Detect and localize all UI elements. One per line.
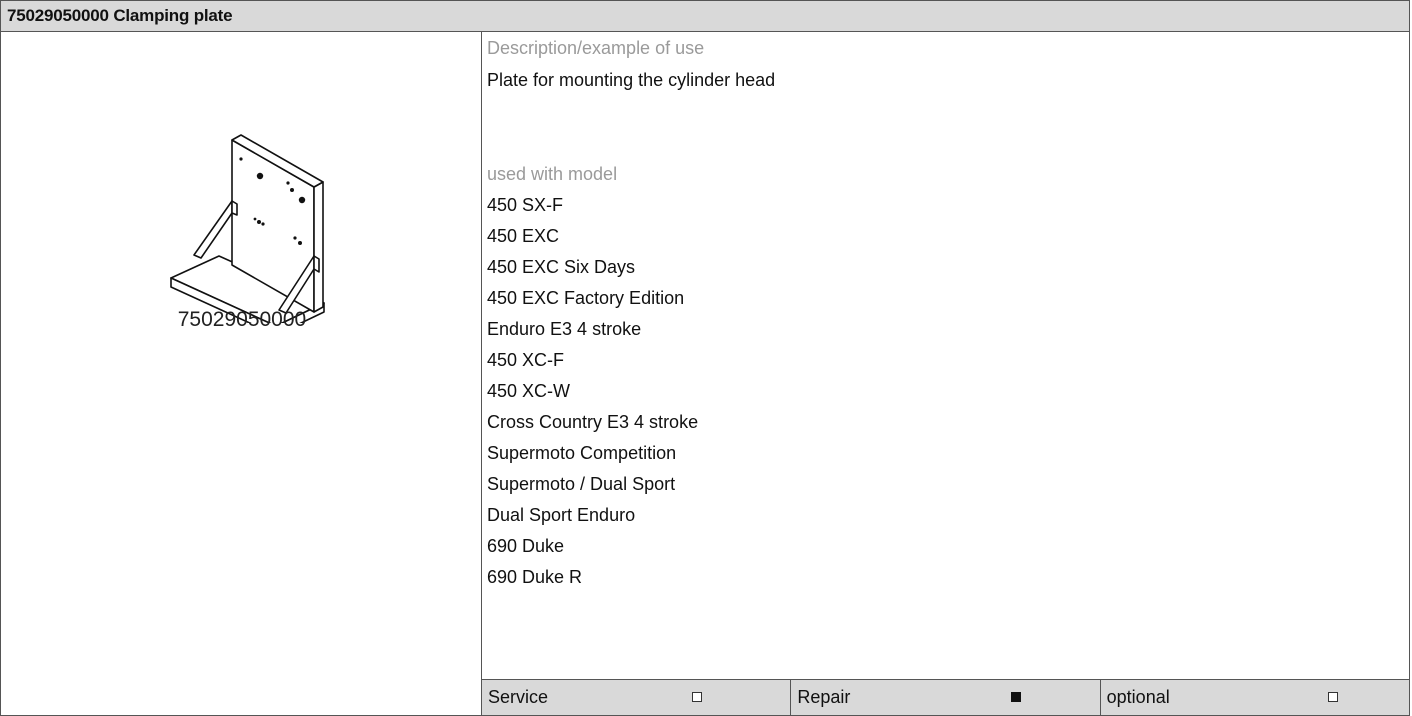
category-optional-label: optional <box>1106 687 1170 707</box>
model-item: Dual Sport Enduro <box>487 505 636 525</box>
details-panel: Description/example of use Plate for mou… <box>481 31 1410 716</box>
image-panel: 75029050000 <box>0 31 482 716</box>
model-item: 450 SX-F <box>487 195 564 215</box>
clamping-plate-illustration <box>170 134 325 323</box>
category-service: Service <box>482 680 792 715</box>
model-item: Cross Country E3 4 stroke <box>487 412 699 432</box>
service-checkbox-icon <box>692 692 702 702</box>
page-title: 75029050000 Clamping plate <box>0 0 1410 32</box>
description-label: Description/example of use <box>487 38 705 58</box>
category-repair: Repair <box>791 680 1101 715</box>
model-item: 450 EXC Factory Edition <box>487 288 685 308</box>
category-repair-label: Repair <box>797 687 851 707</box>
category-service-label: Service <box>488 687 549 707</box>
model-item: Enduro E3 4 stroke <box>487 319 642 339</box>
model-item: 450 XC-F <box>487 350 565 370</box>
tool-sheet: 75029050000 Clamping plate 75029050000 D… <box>0 0 1412 716</box>
description-text: Plate for mounting the cylinder head <box>487 70 776 90</box>
usage-category-bar: Service Repair optional <box>481 679 1410 716</box>
models-label: used with model <box>487 164 618 184</box>
model-item: 450 EXC <box>487 226 560 246</box>
optional-checkbox-icon <box>1327 692 1338 702</box>
model-item: 450 XC-W <box>487 381 571 401</box>
model-item: Supermoto Competition <box>487 443 677 463</box>
model-item: 690 Duke R <box>487 567 583 587</box>
model-item: 690 Duke <box>487 536 565 556</box>
model-item: 450 EXC Six Days <box>487 257 636 277</box>
part-number-label: 75029050000 <box>177 308 307 331</box>
repair-checkbox-icon <box>1011 692 1022 702</box>
model-item: Supermoto / Dual Sport <box>487 474 676 494</box>
category-optional: optional <box>1101 680 1409 715</box>
